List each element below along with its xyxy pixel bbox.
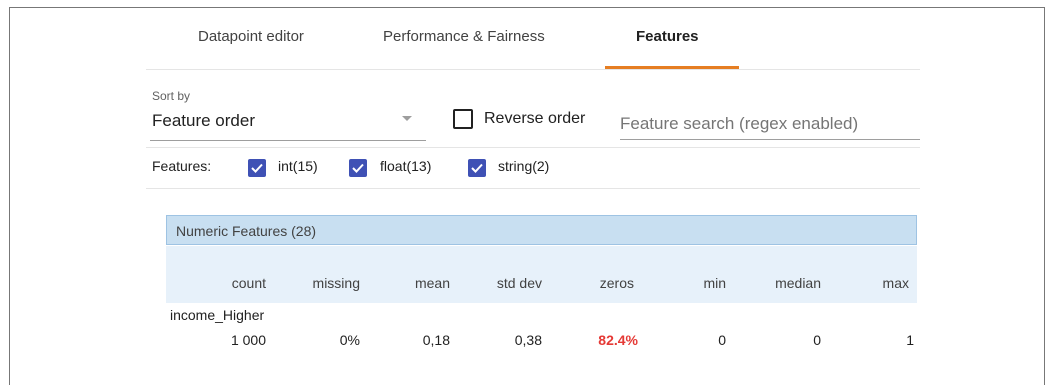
tab-features[interactable]: Features: [636, 28, 699, 45]
cell-missing: 0%: [339, 332, 360, 348]
sort-by-label: Sort by: [152, 89, 191, 103]
cell-std-dev: 0,38: [514, 332, 542, 348]
dropdown-caret-icon[interactable]: [402, 116, 412, 121]
column-header-zeros: zeros: [599, 275, 634, 291]
feature-search-input[interactable]: [620, 108, 920, 140]
cell-median: 0: [813, 332, 821, 348]
cell-min: 0: [718, 332, 726, 348]
checkmark-icon: [471, 163, 483, 173]
cell-mean: 0,18: [422, 332, 450, 348]
tab-performance-fairness[interactable]: Performance & Fairness: [383, 28, 545, 45]
column-header-std-dev: std dev: [496, 275, 542, 291]
checkmark-icon: [352, 163, 364, 173]
string-features-label[interactable]: string(2): [498, 158, 549, 174]
cell-zeros: 82.4%: [598, 332, 638, 348]
column-header-count: count: [231, 275, 266, 291]
tab-datapoint-editor[interactable]: Datapoint editor: [198, 28, 304, 45]
cell-max: 1: [906, 332, 914, 348]
feature-name[interactable]: income_Higher: [170, 307, 264, 323]
int-features-checkbox[interactable]: [248, 159, 266, 177]
int-features-label[interactable]: int(15): [278, 158, 318, 174]
reverse-order-label[interactable]: Reverse order: [484, 110, 585, 128]
float-features-checkbox[interactable]: [349, 159, 367, 177]
column-header-min: min: [703, 275, 726, 291]
sort-by-dropdown[interactable]: Feature order: [152, 111, 255, 131]
column-header-mean: mean: [414, 275, 450, 291]
sort-by-underline: [150, 140, 426, 141]
checkmark-icon: [251, 163, 263, 173]
string-features-checkbox[interactable]: [468, 159, 486, 177]
active-tab-indicator: [605, 66, 739, 69]
column-header-median: median: [775, 275, 821, 291]
float-features-label[interactable]: float(13): [380, 158, 431, 174]
reverse-order-checkbox[interactable]: [453, 109, 473, 129]
cell-count: 1 000: [230, 332, 266, 348]
numeric-features-title: Numeric Features (28): [176, 223, 317, 239]
features-filter-label: Features:: [152, 158, 212, 174]
column-header-max: max: [882, 275, 909, 291]
column-header-missing: missing: [312, 275, 360, 291]
